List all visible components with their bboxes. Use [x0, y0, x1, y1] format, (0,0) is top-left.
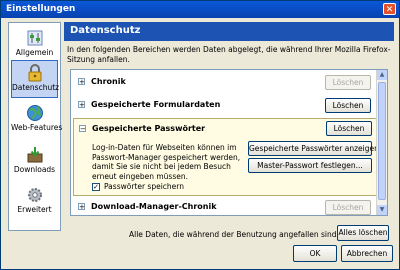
scroll-thumb[interactable] — [378, 82, 386, 200]
row-title: Gespeicherte Passwörter — [92, 124, 206, 133]
checkbox-box[interactable]: ✓ — [92, 183, 100, 191]
window-title: Einstellungen — [6, 4, 76, 14]
expand-icon[interactable]: + — [78, 78, 85, 86]
clear-chronik-button[interactable]: Löschen — [325, 75, 371, 90]
collapse-icon[interactable]: − — [79, 125, 86, 133]
lock-icon — [28, 64, 41, 82]
checkbox-label: Passwörter speichern — [104, 182, 184, 191]
sidebar-item-downloads[interactable]: Downloads — [11, 143, 58, 181]
expand-icon[interactable]: + — [78, 101, 85, 109]
sidebar-item-datenschutz[interactable]: Datenschutz — [11, 60, 60, 98]
clear-all-button[interactable]: Alles löschen — [337, 225, 389, 241]
page-title: Datenschutz — [64, 22, 394, 41]
list-item: + Gespeicherte Formulardaten Löschen — [73, 95, 377, 116]
row-title: Gespeicherte Formulardaten — [91, 100, 221, 109]
category-sidebar: Allgemein Datenschutz Web-Features Downl… — [8, 22, 63, 231]
list-scrollbar[interactable]: ▲ ▼ — [376, 70, 387, 215]
ok-button[interactable]: OK — [293, 245, 337, 262]
download-box-icon — [27, 147, 42, 163]
show-passwords-button[interactable]: Gespeicherte Passwörter anzeigen — [248, 141, 379, 156]
globe-icon — [26, 105, 43, 121]
row-title: Chronik — [91, 77, 126, 86]
title-bar[interactable]: Einstellungen ✕ — [1, 1, 399, 18]
sidebar-item-label: Allgemein — [15, 48, 54, 57]
close-button[interactable]: ✕ — [383, 3, 396, 15]
list-item: + Download-Manager-Chronik Löschen — [73, 197, 377, 215]
gear-icon — [27, 188, 42, 202]
sidebar-item-web-features[interactable]: Web-Features — [11, 101, 63, 139]
list-item: + Chronik Löschen — [73, 72, 377, 93]
sidebar-item-label: Datenschutz — [12, 83, 60, 92]
privacy-item-list: + Chronik Löschen + Gespeicherte Formula… — [70, 69, 388, 216]
sidebar-item-label: Web-Features — [11, 123, 63, 132]
sidebar-item-allgemein[interactable]: Allgemein — [11, 26, 58, 64]
row-title: Download-Manager-Chronik — [91, 202, 217, 211]
list-item-expanded: − Gespeicherte Passwörter Löschen Log-in… — [73, 118, 379, 196]
scroll-up-icon[interactable]: ▲ — [377, 70, 387, 80]
clear-form-data-button[interactable]: Löschen — [325, 98, 371, 113]
sidebar-item-erweitert[interactable]: Erweitert — [11, 183, 58, 221]
clear-passwords-button[interactable]: Löschen — [326, 121, 372, 136]
passwords-description: Log-in-Daten für Webseiten können im Pas… — [92, 143, 241, 181]
preferences-window: Einstellungen ✕ Allgemein Datenschutz We… — [0, 0, 400, 270]
switches-icon — [27, 30, 42, 46]
cancel-button[interactable]: Abbrechen — [341, 245, 393, 262]
expand-icon[interactable]: + — [78, 203, 85, 211]
sidebar-item-label: Erweitert — [17, 205, 52, 214]
sidebar-item-label: Downloads — [13, 165, 56, 174]
clear-download-history-button[interactable]: Löschen — [325, 200, 371, 215]
intro-text: In den folgenden Bereichen werden Daten … — [67, 45, 391, 64]
set-master-password-button[interactable]: Master-Passwort festlegen... — [248, 158, 372, 173]
scroll-down-icon[interactable]: ▼ — [377, 205, 387, 215]
